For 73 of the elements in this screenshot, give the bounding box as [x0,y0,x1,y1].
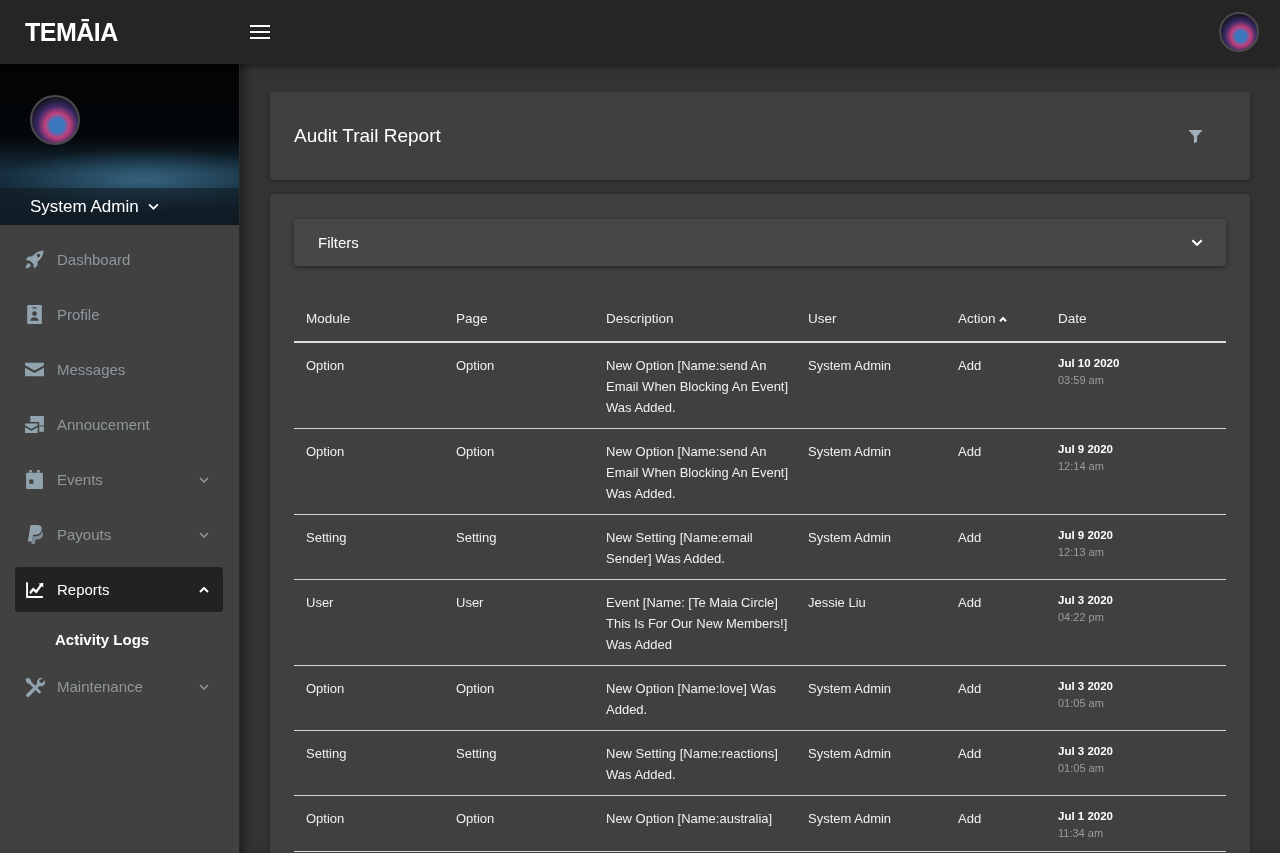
table-cell: User [294,579,444,666]
table-cell: Add [946,665,1046,731]
date-text: Jul 3 2020 [1058,744,1113,759]
date-text: Jul 9 2020 [1058,442,1113,457]
table-cell: Setting [444,730,594,796]
avatar[interactable] [1219,12,1259,52]
table-cell: System Admin [796,730,946,796]
table-cell: User [444,579,594,666]
table-cell: Option [294,795,444,852]
table-cell: System Admin [796,795,946,852]
nav-subitem[interactable]: Activity Logs [55,630,150,650]
column-header[interactable]: Date [1046,296,1226,342]
table-cell: System Admin [796,342,946,429]
filter-button[interactable] [1188,128,1203,144]
column-header[interactable]: Action [946,296,1046,342]
table-cell: Add [946,514,1046,580]
menu-icon [250,25,270,39]
line-chart-icon [24,579,45,600]
page-title: Audit Trail Report [294,125,441,147]
id-badge-icon [24,304,45,325]
table-cell: Option [294,665,444,731]
table-cell: Option [294,342,444,429]
table-cell: Add [946,428,1046,515]
table-cell: Setting [444,514,594,580]
date-text: Jul 9 2020 [1058,528,1113,543]
table-cell: Add [946,795,1046,852]
rocket-icon [24,249,45,270]
date-text: Jul 10 2020 [1058,356,1120,371]
table-cell: Option [294,428,444,515]
table-cell: System Admin [796,665,946,731]
table-cell: New Option [Name:send An Email When Blocking An Event] Was Added. [594,428,796,515]
date-text: Jul 3 2020 [1058,593,1113,608]
filters-panel[interactable]: Filters [294,219,1226,266]
filter-icon [1188,128,1203,144]
table-cell: Add [946,342,1046,429]
calendar-icon [24,469,45,490]
time-text: 12:14 am [1058,459,1104,474]
time-text: 03:59 am [1058,373,1104,388]
column-header[interactable]: Module [294,296,444,342]
table-cell: System Admin [796,428,946,515]
time-text: 04:22 pm [1058,610,1104,625]
avatar [30,95,80,145]
tools-icon [24,676,45,697]
table-cell: New Setting [Name:email Sender] Was Added. [594,514,796,580]
date-text: Jul 1 2020 [1058,809,1113,824]
table-cell: System Admin [796,514,946,580]
envelopes-icon [24,414,45,435]
table-cell: Add [946,579,1046,666]
table-cell: New Option [Name:love] Was Added. [594,665,796,731]
table-cell: Event [Name: [Te Maia Circle] This Is For Our New Members!] Was Added [594,579,796,666]
logo: TEMĀIA [25,17,118,46]
column-header[interactable]: Page [444,296,594,342]
time-text: 11:34 am [1058,826,1104,841]
menu-button[interactable] [250,25,270,39]
table-cell: Option [444,665,594,731]
table-cell: New Setting [Name:reactions] Was Added. [594,730,796,796]
table-cell: Option [444,342,594,429]
time-text: 01:05 am [1058,761,1104,776]
date-text: Jul 3 2020 [1058,679,1113,694]
table-cell: Jessie Liu [796,579,946,666]
column-header[interactable]: User [796,296,946,342]
table-cell: Setting [294,514,444,580]
column-header[interactable]: Description [594,296,796,342]
table-cell: New Option [Name:australia] [594,795,796,852]
table-cell: Add [946,730,1046,796]
time-text: 12:13 am [1058,545,1104,560]
table-cell: Option [444,795,594,852]
chevron-down-icon [147,203,159,210]
nav-item[interactable]: Reports [15,567,223,612]
table-cell: Setting [294,730,444,796]
table-cell: Option [444,428,594,515]
table-cell: New Option [Name:send An Email When Blocking An Event] Was Added. [594,342,796,429]
time-text: 01:05 am [1058,696,1104,711]
